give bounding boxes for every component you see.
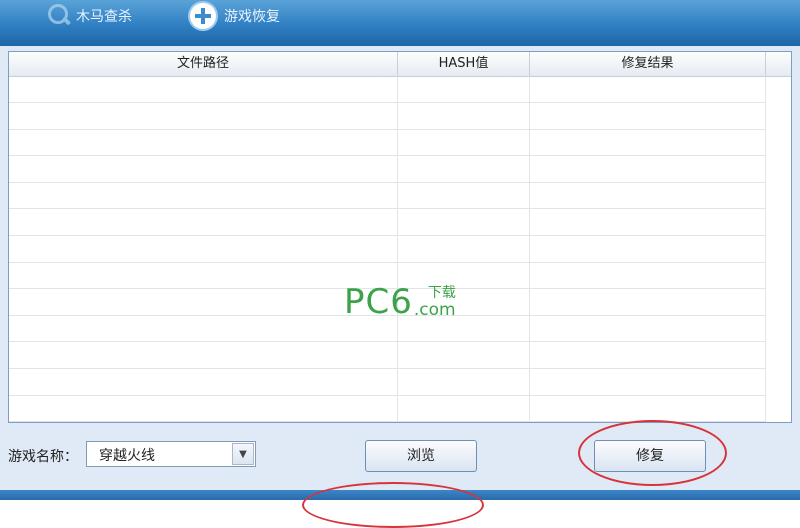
chevron-down-icon[interactable]: ▼: [232, 443, 254, 465]
column-header-file-path[interactable]: 文件路径: [9, 52, 398, 76]
game-name-select[interactable]: 穿越火线 ▼: [86, 441, 256, 467]
table-row[interactable]: [9, 182, 765, 210]
game-name-label: 游戏名称：: [8, 449, 78, 465]
column-header-hash[interactable]: HASH值: [398, 52, 530, 76]
watermark-bottom: .com: [413, 300, 456, 320]
table-row[interactable]: [9, 76, 765, 103]
red-annotation-circle: [578, 420, 727, 486]
column-divider: [397, 76, 398, 422]
game-restore-label: 游戏恢复: [224, 9, 280, 25]
table-row[interactable]: [9, 369, 765, 396]
file-table[interactable]: 文件路径 HASH值 修复结果 PC6 下载 .com: [8, 51, 792, 423]
column-divider: [529, 76, 530, 422]
column-header-filler: [766, 52, 791, 76]
table-row[interactable]: [9, 395, 765, 422]
pc6-watermark: PC6 下载 .com: [344, 285, 456, 319]
plus-icon: [190, 3, 216, 29]
trojan-scan-label: 木马查杀: [76, 9, 132, 25]
search-icon: [46, 3, 72, 29]
table-row[interactable]: [9, 129, 765, 157]
game-name-value: 穿越火线: [99, 448, 155, 464]
column-divider: [765, 76, 766, 422]
column-header-repair-result[interactable]: 修复结果: [530, 52, 766, 76]
red-annotation-circle: [302, 482, 484, 528]
game-restore-tab[interactable]: 游戏恢复: [190, 3, 280, 29]
table-row[interactable]: [9, 156, 765, 183]
table-header: 文件路径 HASH值 修复结果: [9, 52, 791, 77]
watermark-main: PC6: [344, 282, 413, 322]
trojan-scan-tab[interactable]: 木马查杀: [46, 4, 132, 28]
browse-button[interactable]: 浏览: [365, 440, 477, 472]
table-row[interactable]: [9, 342, 765, 369]
watermark-top: 下载: [427, 285, 456, 301]
top-toolbar: 木马查杀 游戏恢复: [0, 0, 800, 48]
table-row[interactable]: [9, 209, 765, 236]
table-row[interactable]: [9, 236, 765, 263]
table-row[interactable]: [9, 103, 765, 130]
